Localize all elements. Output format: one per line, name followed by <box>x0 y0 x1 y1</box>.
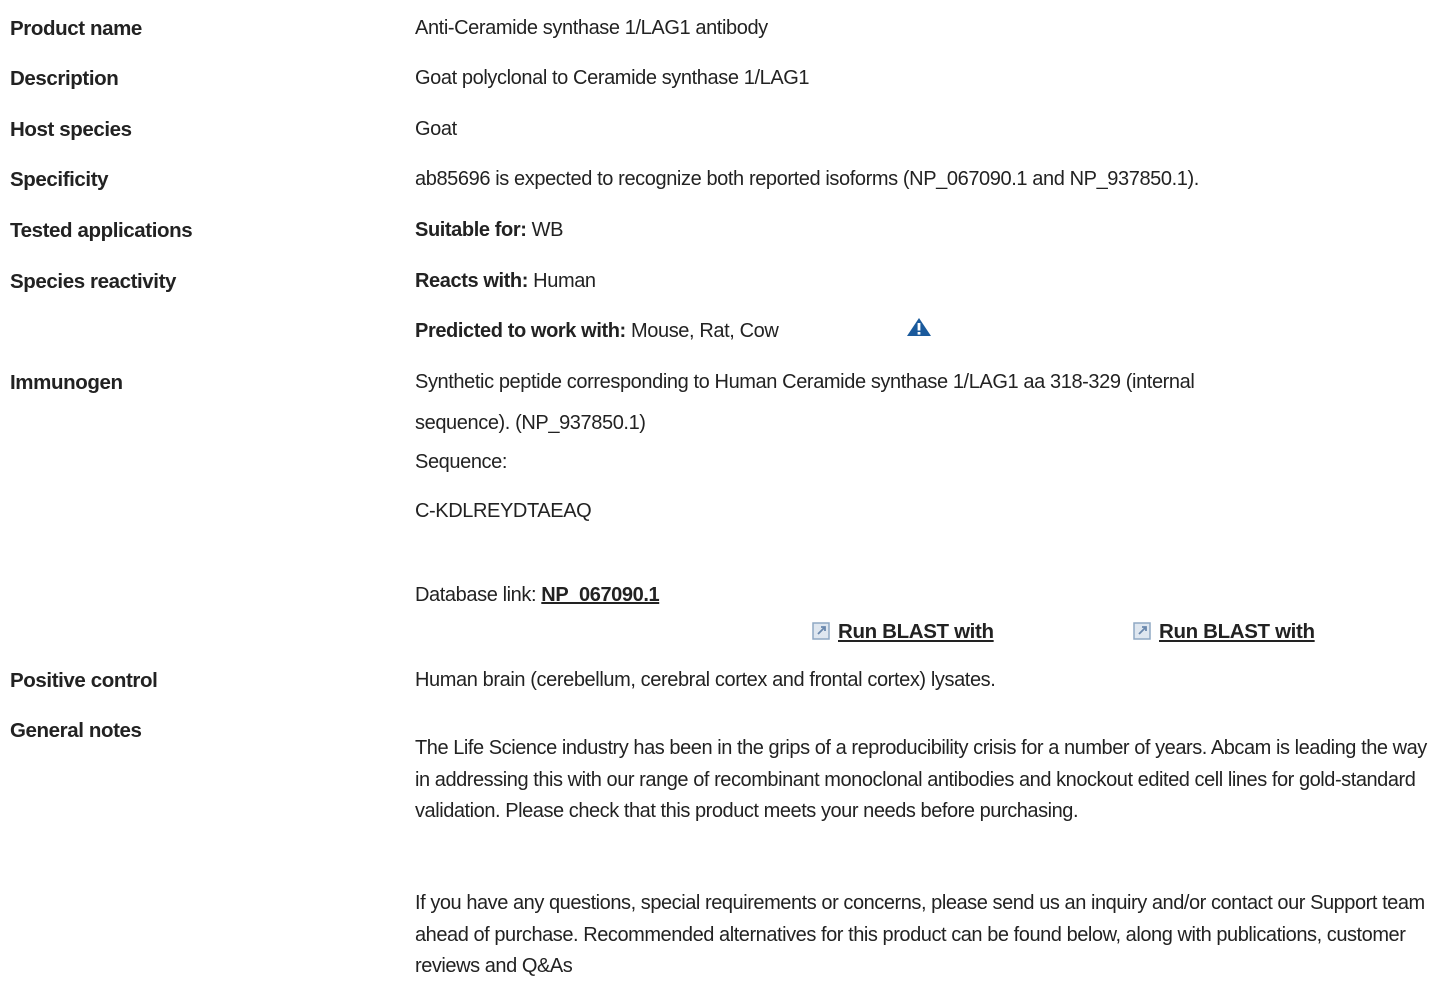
label-host-species: Host species <box>10 118 132 141</box>
label-positive-control: Positive control <box>10 669 158 692</box>
reacts-with-value: Human <box>528 270 596 292</box>
run-blast-link-2[interactable]: Run BLAST with <box>1159 620 1315 643</box>
general-notes-paragraph-2: If you have any questions, special requi… <box>415 892 1425 978</box>
predicted-prefix: Predicted to work with: <box>415 320 626 342</box>
immunogen-line-2: sequence). (NP_937850.1) <box>415 412 646 434</box>
value-tested-applications: Suitable for: WB <box>415 219 563 242</box>
external-link-icon <box>1133 622 1151 640</box>
value-product-name: Anti-Ceramide synthase 1/LAG1 antibody <box>415 17 768 39</box>
label-immunogen: Immunogen <box>10 371 123 394</box>
suitable-for-prefix: Suitable for: <box>415 219 527 241</box>
label-general-notes: General notes <box>10 719 142 742</box>
reacts-with-prefix: Reacts with: <box>415 270 529 292</box>
label-product-name: Product name <box>10 17 142 40</box>
database-link-row: Database link: NP_067090.1 <box>415 584 660 607</box>
immunogen-line-1: Synthetic peptide corresponding to Human… <box>415 371 1195 393</box>
label-description: Description <box>10 67 119 90</box>
general-notes-paragraph-1: The Life Science industry has been in th… <box>415 737 1427 823</box>
value-host-species: Goat <box>415 118 457 140</box>
database-link-np-067090[interactable]: NP_067090.1 <box>541 584 659 606</box>
label-tested-applications: Tested applications <box>10 219 193 242</box>
value-reacts-with: Reacts with: Human <box>415 270 596 293</box>
predicted-value: Mouse, Rat, Cow <box>625 320 779 342</box>
sequence-label: Sequence: <box>415 451 508 473</box>
run-blast-link-1[interactable]: Run BLAST with <box>838 620 994 643</box>
run-blast-button-2[interactable]: Run BLAST with <box>1133 620 1315 644</box>
value-description: Goat polyclonal to Ceramide synthase 1/L… <box>415 67 810 89</box>
run-blast-button-1[interactable]: Run BLAST with <box>812 620 994 644</box>
suitable-for-value: WB <box>526 219 564 241</box>
label-specificity: Specificity <box>10 168 109 191</box>
database-link-prefix: Database link: <box>415 584 542 606</box>
value-specificity: ab85696 is expected to recognize both re… <box>415 168 1199 190</box>
value-positive-control: Human brain (cerebellum, cerebral cortex… <box>415 669 996 691</box>
sequence-value: C-KDLREYDTAEAQ <box>415 500 592 522</box>
value-predicted-to-work-with: Predicted to work with: Mouse, Rat, Cow <box>415 320 779 343</box>
label-species-reactivity: Species reactivity <box>10 270 177 293</box>
external-link-icon <box>812 622 830 640</box>
warning-triangle-icon[interactable] <box>906 317 932 337</box>
